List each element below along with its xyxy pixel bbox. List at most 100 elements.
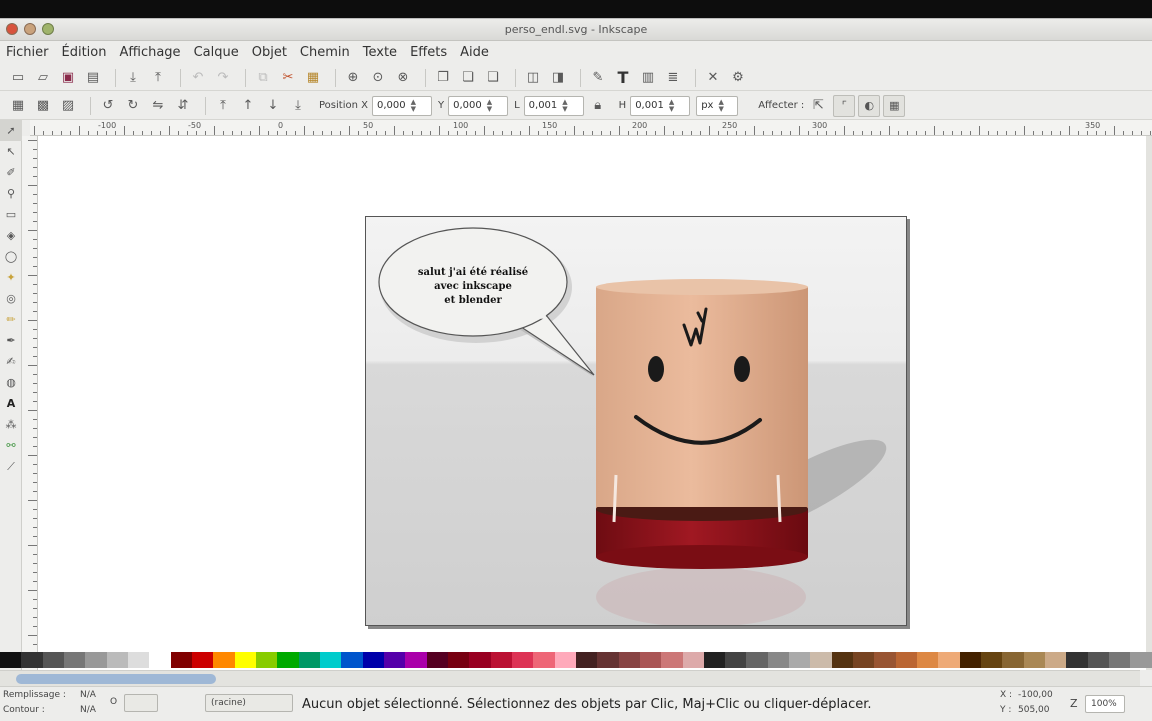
y-field[interactable]: 0,000 ▲ ▼ — [448, 95, 509, 116]
palette-swatch[interactable] — [298, 652, 320, 668]
palette-swatch[interactable] — [85, 652, 107, 668]
spray-tool-icon[interactable]: ⁂ — [0, 414, 22, 435]
height-field[interactable]: 0,001 ▲ ▼ — [630, 95, 691, 116]
connector-tool-icon[interactable]: ⚯ — [0, 435, 22, 456]
copy-icon[interactable]: ⧉ — [253, 68, 273, 88]
group-icon[interactable]: ◫ — [523, 68, 543, 88]
palette-swatch[interactable] — [1109, 652, 1131, 668]
palette-swatch[interactable] — [469, 652, 491, 668]
palette-swatch[interactable] — [234, 652, 256, 668]
palette-swatch[interactable] — [426, 652, 448, 668]
xml-editor-icon[interactable]: ✕ — [703, 68, 723, 88]
palette-swatch[interactable] — [533, 652, 555, 668]
menu-texte[interactable]: Texte — [363, 45, 397, 60]
selector-tool-icon[interactable]: ➚ — [0, 120, 22, 141]
redo-icon[interactable]: ↷ — [213, 68, 233, 88]
save-icon[interactable]: ▣ — [58, 68, 78, 88]
menu-edition[interactable]: Édition — [62, 45, 107, 60]
vertical-scrollbar[interactable] — [1146, 136, 1152, 670]
star-tool-icon[interactable]: ✦ — [0, 267, 22, 288]
undo-icon[interactable]: ↶ — [188, 68, 208, 88]
palette-swatch[interactable] — [682, 652, 704, 668]
palette-swatch[interactable] — [255, 652, 278, 668]
spin-arrows-icon[interactable]: ▲ ▼ — [487, 98, 492, 113]
rotate-cw-icon[interactable]: ↻ — [123, 96, 143, 116]
menu-aide[interactable]: Aide — [460, 45, 489, 60]
palette-swatch[interactable] — [981, 652, 1003, 668]
ellipse-tool-icon[interactable]: ◯ — [0, 246, 22, 267]
palette-swatch[interactable] — [490, 652, 512, 668]
palette-swatch[interactable] — [511, 652, 534, 668]
palette-swatch[interactable] — [1130, 652, 1152, 668]
duplicate-icon[interactable]: ❐ — [433, 68, 453, 88]
zoom-tool-icon[interactable]: ⚲ — [0, 183, 22, 204]
palette-swatch[interactable] — [874, 652, 896, 668]
raise-to-top-icon[interactable]: ⤒ — [213, 96, 233, 116]
dropper-tool-icon[interactable]: ⟋ — [0, 456, 22, 477]
palette-swatch[interactable] — [362, 652, 384, 668]
palette-swatch[interactable] — [1066, 652, 1088, 668]
layers-icon[interactable]: ▥ — [638, 68, 658, 88]
zoom-page-icon[interactable]: ⊗ — [393, 68, 413, 88]
palette-swatch[interactable] — [746, 652, 768, 668]
fill-stroke-icon[interactable]: ✎ — [588, 68, 608, 88]
palette-swatch[interactable] — [127, 652, 150, 668]
zoom-selection-icon[interactable]: ⊕ — [343, 68, 363, 88]
zoom-drawing-icon[interactable]: ⊙ — [368, 68, 388, 88]
unlink-clone-icon[interactable]: ❑ — [483, 68, 503, 88]
zoom-field[interactable]: 100% — [1085, 695, 1125, 713]
unit-select[interactable]: px ▲ ▼ — [696, 95, 739, 116]
palette-swatch[interactable] — [831, 652, 854, 668]
spiral-tool-icon[interactable]: ◎ — [0, 288, 22, 309]
palette-swatch[interactable] — [895, 652, 918, 668]
cut-icon[interactable]: ✂ — [278, 68, 298, 88]
text-tool-icon[interactable]: A — [0, 393, 22, 414]
width-field[interactable]: 0,001 ▲ ▼ — [523, 95, 584, 116]
flip-horizontal-icon[interactable]: ⇋ — [148, 96, 168, 116]
menu-affichage[interactable]: Affichage — [119, 45, 180, 60]
drawing-page[interactable]: salut j'ai été réalisé avec inkscape et … — [365, 216, 907, 626]
spin-arrows-icon[interactable]: ▲ ▼ — [562, 98, 567, 113]
palette-swatch[interactable] — [938, 652, 960, 668]
palette-swatch[interactable] — [725, 652, 747, 668]
layer-select[interactable]: (racine) — [205, 694, 293, 712]
menu-fichier[interactable]: Fichier — [6, 45, 49, 60]
horizontal-scrollbar[interactable] — [0, 670, 1140, 686]
spin-arrows-icon[interactable]: ▲ ▼ — [411, 98, 416, 113]
select-all-layers-icon[interactable]: ▩ — [33, 96, 53, 116]
export-icon[interactable]: ⤒ — [148, 68, 168, 88]
palette-swatch[interactable] — [810, 652, 832, 668]
flip-vertical-icon[interactable]: ⇵ — [173, 96, 193, 116]
palette-swatch[interactable] — [0, 652, 22, 668]
palette-swatch[interactable] — [21, 652, 43, 668]
opacity-field[interactable] — [124, 694, 158, 712]
palette-swatch[interactable] — [1002, 652, 1024, 668]
paste-icon[interactable]: ▦ — [303, 68, 323, 88]
palette-swatch[interactable] — [661, 652, 683, 668]
palette-swatch[interactable] — [554, 652, 576, 668]
palette-swatch[interactable] — [1087, 652, 1110, 668]
palette-swatch[interactable] — [383, 652, 406, 668]
import-icon[interactable]: ⤓ — [123, 68, 143, 88]
tweak-tool-icon[interactable]: ✐ — [0, 162, 22, 183]
palette-swatch[interactable] — [789, 652, 811, 668]
palette-swatch[interactable] — [170, 652, 192, 668]
preferences-icon[interactable]: ⚙ — [728, 68, 748, 88]
palette-swatch[interactable] — [319, 652, 342, 668]
palette-swatch[interactable] — [767, 652, 790, 668]
palette-swatch[interactable] — [106, 652, 128, 668]
palette-swatch[interactable] — [213, 652, 235, 668]
palette-swatch[interactable] — [618, 652, 640, 668]
palette-swatch[interactable] — [959, 652, 982, 668]
palette-swatch[interactable] — [639, 652, 662, 668]
spin-arrows-icon[interactable]: ▲ ▼ — [669, 98, 674, 113]
menu-effets[interactable]: Effets — [410, 45, 447, 60]
align-icon[interactable]: ≣ — [663, 68, 683, 88]
menu-calque[interactable]: Calque — [194, 45, 239, 60]
clone-icon[interactable]: ❏ — [458, 68, 478, 88]
paint-bucket-tool-icon[interactable]: ◍ — [0, 372, 22, 393]
calligraphy-tool-icon[interactable]: ✍ — [0, 351, 22, 372]
palette-swatch[interactable] — [853, 652, 875, 668]
drawing-canvas[interactable]: salut j'ai été réalisé avec inkscape et … — [38, 136, 1146, 670]
lock-icon[interactable]: 🔒︎ — [588, 96, 608, 116]
